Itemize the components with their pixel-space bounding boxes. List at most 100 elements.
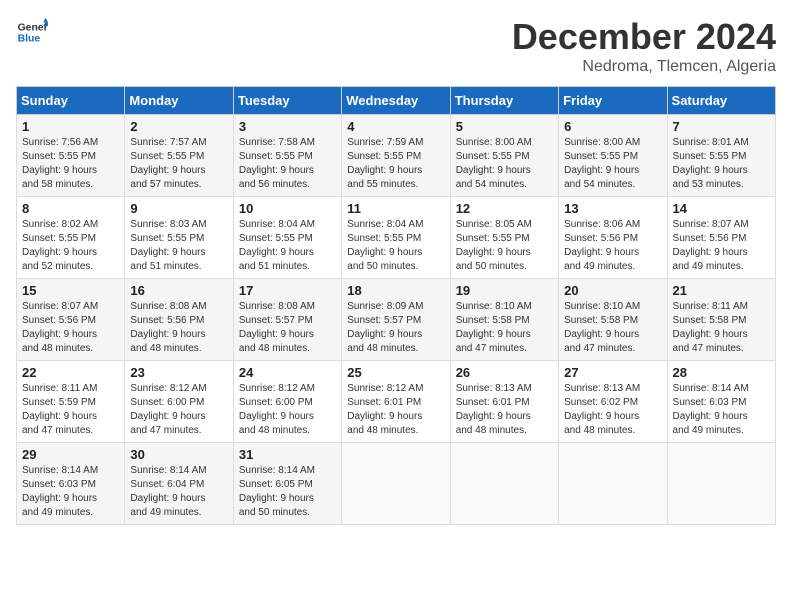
- calendar-cell: 18 Sunrise: 8:09 AM Sunset: 5:57 PM Dayl…: [342, 279, 450, 361]
- calendar-cell: 16 Sunrise: 8:08 AM Sunset: 5:56 PM Dayl…: [125, 279, 233, 361]
- weekday-thursday: Thursday: [450, 87, 558, 115]
- day-number: 2: [130, 119, 227, 134]
- day-detail: Sunrise: 8:13 AM Sunset: 6:01 PM Dayligh…: [456, 382, 553, 438]
- calendar-week-5: 29 Sunrise: 8:14 AM Sunset: 6:03 PM Dayl…: [17, 443, 776, 525]
- calendar-cell: 22 Sunrise: 8:11 AM Sunset: 5:59 PM Dayl…: [17, 361, 125, 443]
- calendar-week-2: 8 Sunrise: 8:02 AM Sunset: 5:55 PM Dayli…: [17, 197, 776, 279]
- day-detail: Sunrise: 8:04 AM Sunset: 5:55 PM Dayligh…: [347, 218, 444, 274]
- day-detail: Sunrise: 8:12 AM Sunset: 6:01 PM Dayligh…: [347, 382, 444, 438]
- day-number: 14: [673, 201, 770, 216]
- day-number: 7: [673, 119, 770, 134]
- page-header: General Blue December 2024 Nedroma, Tlem…: [16, 16, 776, 76]
- logo-icon: General Blue: [16, 16, 48, 48]
- day-number: 5: [456, 119, 553, 134]
- day-number: 19: [456, 283, 553, 298]
- day-detail: Sunrise: 8:11 AM Sunset: 5:58 PM Dayligh…: [673, 300, 770, 356]
- calendar-cell: 7 Sunrise: 8:01 AM Sunset: 5:55 PM Dayli…: [667, 115, 775, 197]
- calendar-cell: [667, 443, 775, 525]
- calendar-cell: 13 Sunrise: 8:06 AM Sunset: 5:56 PM Dayl…: [559, 197, 667, 279]
- day-detail: Sunrise: 8:08 AM Sunset: 5:57 PM Dayligh…: [239, 300, 336, 356]
- weekday-sunday: Sunday: [17, 87, 125, 115]
- day-detail: Sunrise: 8:00 AM Sunset: 5:55 PM Dayligh…: [456, 136, 553, 192]
- day-number: 16: [130, 283, 227, 298]
- weekday-saturday: Saturday: [667, 87, 775, 115]
- calendar-cell: 9 Sunrise: 8:03 AM Sunset: 5:55 PM Dayli…: [125, 197, 233, 279]
- day-detail: Sunrise: 8:00 AM Sunset: 5:55 PM Dayligh…: [564, 136, 661, 192]
- day-detail: Sunrise: 8:12 AM Sunset: 6:00 PM Dayligh…: [130, 382, 227, 438]
- day-number: 23: [130, 365, 227, 380]
- day-number: 31: [239, 447, 336, 462]
- day-number: 1: [22, 119, 119, 134]
- calendar-cell: 19 Sunrise: 8:10 AM Sunset: 5:58 PM Dayl…: [450, 279, 558, 361]
- day-number: 27: [564, 365, 661, 380]
- calendar-cell: 30 Sunrise: 8:14 AM Sunset: 6:04 PM Dayl…: [125, 443, 233, 525]
- calendar-cell: 17 Sunrise: 8:08 AM Sunset: 5:57 PM Dayl…: [233, 279, 341, 361]
- day-detail: Sunrise: 8:09 AM Sunset: 5:57 PM Dayligh…: [347, 300, 444, 356]
- day-detail: Sunrise: 8:08 AM Sunset: 5:56 PM Dayligh…: [130, 300, 227, 356]
- calendar-cell: 14 Sunrise: 8:07 AM Sunset: 5:56 PM Dayl…: [667, 197, 775, 279]
- calendar-cell: 23 Sunrise: 8:12 AM Sunset: 6:00 PM Dayl…: [125, 361, 233, 443]
- svg-text:General: General: [18, 22, 48, 33]
- calendar-cell: 3 Sunrise: 7:58 AM Sunset: 5:55 PM Dayli…: [233, 115, 341, 197]
- calendar-cell: [559, 443, 667, 525]
- calendar-cell: 27 Sunrise: 8:13 AM Sunset: 6:02 PM Dayl…: [559, 361, 667, 443]
- title-area: December 2024 Nedroma, Tlemcen, Algeria: [512, 16, 776, 76]
- day-number: 18: [347, 283, 444, 298]
- day-number: 11: [347, 201, 444, 216]
- calendar-cell: 31 Sunrise: 8:14 AM Sunset: 6:05 PM Dayl…: [233, 443, 341, 525]
- day-number: 13: [564, 201, 661, 216]
- calendar-cell: 25 Sunrise: 8:12 AM Sunset: 6:01 PM Dayl…: [342, 361, 450, 443]
- day-number: 24: [239, 365, 336, 380]
- day-number: 26: [456, 365, 553, 380]
- calendar-cell: 26 Sunrise: 8:13 AM Sunset: 6:01 PM Dayl…: [450, 361, 558, 443]
- calendar-cell: 4 Sunrise: 7:59 AM Sunset: 5:55 PM Dayli…: [342, 115, 450, 197]
- day-number: 28: [673, 365, 770, 380]
- calendar-cell: 8 Sunrise: 8:02 AM Sunset: 5:55 PM Dayli…: [17, 197, 125, 279]
- day-detail: Sunrise: 8:03 AM Sunset: 5:55 PM Dayligh…: [130, 218, 227, 274]
- day-detail: Sunrise: 8:11 AM Sunset: 5:59 PM Dayligh…: [22, 382, 119, 438]
- day-detail: Sunrise: 8:14 AM Sunset: 6:03 PM Dayligh…: [673, 382, 770, 438]
- weekday-tuesday: Tuesday: [233, 87, 341, 115]
- day-detail: Sunrise: 8:12 AM Sunset: 6:00 PM Dayligh…: [239, 382, 336, 438]
- calendar-cell: 6 Sunrise: 8:00 AM Sunset: 5:55 PM Dayli…: [559, 115, 667, 197]
- calendar-cell: 2 Sunrise: 7:57 AM Sunset: 5:55 PM Dayli…: [125, 115, 233, 197]
- day-number: 29: [22, 447, 119, 462]
- day-detail: Sunrise: 8:10 AM Sunset: 5:58 PM Dayligh…: [456, 300, 553, 356]
- day-detail: Sunrise: 8:02 AM Sunset: 5:55 PM Dayligh…: [22, 218, 119, 274]
- day-detail: Sunrise: 7:57 AM Sunset: 5:55 PM Dayligh…: [130, 136, 227, 192]
- day-number: 3: [239, 119, 336, 134]
- calendar-cell: 29 Sunrise: 8:14 AM Sunset: 6:03 PM Dayl…: [17, 443, 125, 525]
- weekday-monday: Monday: [125, 87, 233, 115]
- day-detail: Sunrise: 8:06 AM Sunset: 5:56 PM Dayligh…: [564, 218, 661, 274]
- day-detail: Sunrise: 8:10 AM Sunset: 5:58 PM Dayligh…: [564, 300, 661, 356]
- calendar-cell: [450, 443, 558, 525]
- day-number: 25: [347, 365, 444, 380]
- calendar-week-3: 15 Sunrise: 8:07 AM Sunset: 5:56 PM Dayl…: [17, 279, 776, 361]
- weekday-header-row: SundayMondayTuesdayWednesdayThursdayFrid…: [17, 87, 776, 115]
- weekday-wednesday: Wednesday: [342, 87, 450, 115]
- day-detail: Sunrise: 8:14 AM Sunset: 6:03 PM Dayligh…: [22, 464, 119, 520]
- calendar-cell: [342, 443, 450, 525]
- calendar-cell: 5 Sunrise: 8:00 AM Sunset: 5:55 PM Dayli…: [450, 115, 558, 197]
- calendar-cell: 21 Sunrise: 8:11 AM Sunset: 5:58 PM Dayl…: [667, 279, 775, 361]
- day-number: 6: [564, 119, 661, 134]
- day-detail: Sunrise: 7:58 AM Sunset: 5:55 PM Dayligh…: [239, 136, 336, 192]
- day-detail: Sunrise: 8:04 AM Sunset: 5:55 PM Dayligh…: [239, 218, 336, 274]
- day-number: 4: [347, 119, 444, 134]
- day-detail: Sunrise: 8:05 AM Sunset: 5:55 PM Dayligh…: [456, 218, 553, 274]
- day-number: 9: [130, 201, 227, 216]
- day-detail: Sunrise: 8:14 AM Sunset: 6:04 PM Dayligh…: [130, 464, 227, 520]
- day-detail: Sunrise: 7:59 AM Sunset: 5:55 PM Dayligh…: [347, 136, 444, 192]
- calendar-cell: 15 Sunrise: 8:07 AM Sunset: 5:56 PM Dayl…: [17, 279, 125, 361]
- calendar-week-4: 22 Sunrise: 8:11 AM Sunset: 5:59 PM Dayl…: [17, 361, 776, 443]
- day-detail: Sunrise: 8:07 AM Sunset: 5:56 PM Dayligh…: [673, 218, 770, 274]
- weekday-friday: Friday: [559, 87, 667, 115]
- calendar-cell: 1 Sunrise: 7:56 AM Sunset: 5:55 PM Dayli…: [17, 115, 125, 197]
- calendar-body: 1 Sunrise: 7:56 AM Sunset: 5:55 PM Dayli…: [17, 115, 776, 525]
- day-number: 15: [22, 283, 119, 298]
- calendar-cell: 20 Sunrise: 8:10 AM Sunset: 5:58 PM Dayl…: [559, 279, 667, 361]
- day-detail: Sunrise: 7:56 AM Sunset: 5:55 PM Dayligh…: [22, 136, 119, 192]
- svg-text:Blue: Blue: [18, 34, 41, 45]
- day-detail: Sunrise: 8:13 AM Sunset: 6:02 PM Dayligh…: [564, 382, 661, 438]
- calendar-cell: 24 Sunrise: 8:12 AM Sunset: 6:00 PM Dayl…: [233, 361, 341, 443]
